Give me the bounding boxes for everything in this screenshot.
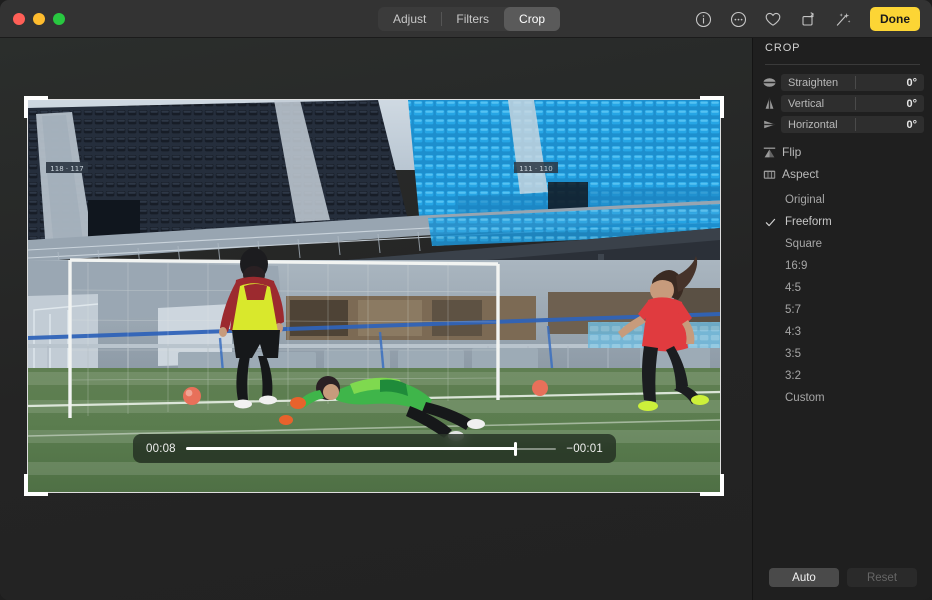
- photo-editor-window: Adjust Filters Crop: [0, 0, 932, 600]
- straighten-icon: [762, 76, 776, 90]
- slider-horizontal-divider: [855, 118, 856, 131]
- slider-straighten-divider: [855, 76, 856, 89]
- crop-handle-top-left[interactable]: [26, 96, 48, 100]
- aspect-option-3-2-label: 3:2: [778, 370, 801, 382]
- window-controls: [13, 13, 65, 25]
- panel-actions: Auto Reset: [753, 568, 932, 587]
- slider-vertical-label: Vertical: [781, 98, 824, 110]
- aspect-option-3-2[interactable]: 3:2: [762, 365, 924, 387]
- tab-crop[interactable]: Crop: [504, 7, 560, 31]
- aspect-option-4-5-label: 4:5: [778, 282, 801, 294]
- aspect-option-freeform-label: Freeform: [778, 216, 832, 228]
- slider-horizontal-value: 0°: [906, 119, 924, 131]
- scrubber[interactable]: [186, 442, 557, 456]
- favorite-icon[interactable]: [762, 8, 784, 30]
- rotate-icon[interactable]: [797, 8, 819, 30]
- slider-vertical-divider: [855, 97, 856, 110]
- crop-handle-bottom-left[interactable]: [24, 474, 28, 496]
- scrubber-progress: [186, 447, 516, 450]
- titlebar: Adjust Filters Crop: [0, 0, 932, 38]
- elapsed-time: 00:08: [146, 443, 176, 455]
- aspect-option-original-label: Original: [778, 194, 825, 206]
- info-icon[interactable]: [692, 8, 714, 30]
- tab-adjust-label: Adjust: [393, 12, 426, 26]
- aspect-option-4-3[interactable]: 4:3: [762, 321, 924, 343]
- toolbar-actions: Done: [692, 6, 920, 32]
- aspect-option-custom[interactable]: Custom: [762, 387, 924, 409]
- slider-horizontal[interactable]: Horizontal 0°: [762, 116, 924, 133]
- editor-canvas: 118 · 117 111 · 110: [0, 38, 752, 600]
- more-icon[interactable]: [727, 8, 749, 30]
- flip-icon: [762, 145, 776, 159]
- aspect-option-3-5[interactable]: 3:5: [762, 343, 924, 365]
- menu-item-aspect-label: Aspect: [782, 167, 819, 181]
- vertical-icon: [762, 97, 776, 111]
- crop-handle-bottom-left[interactable]: [26, 492, 48, 496]
- aspect-icon: [762, 167, 776, 181]
- slider-straighten-value: 0°: [906, 77, 924, 89]
- svg-text:118 · 117: 118 · 117: [50, 165, 83, 173]
- slider-vertical-value: 0°: [906, 98, 924, 110]
- aspect-option-3-5-label: 3:5: [778, 348, 801, 360]
- aspect-option-square-label: Square: [778, 238, 822, 250]
- enhance-icon[interactable]: [832, 8, 854, 30]
- crop-handle-top-right[interactable]: [700, 96, 722, 100]
- aspect-option-square[interactable]: Square: [762, 233, 924, 255]
- crop-handle-top-right[interactable]: [720, 96, 724, 118]
- crop-handle-top-left[interactable]: [24, 96, 28, 118]
- remaining-time: −00:01: [566, 443, 603, 455]
- horizontal-icon: [762, 118, 776, 132]
- reset-button: Reset: [847, 568, 917, 587]
- playback-controls[interactable]: 00:08 −00:01: [133, 434, 616, 463]
- menu-item-flip[interactable]: Flip: [762, 142, 924, 162]
- tab-filters-label: Filters: [456, 12, 489, 26]
- tab-adjust[interactable]: Adjust: [378, 7, 441, 31]
- aspect-option-4-5[interactable]: 4:5: [762, 277, 924, 299]
- crop-frame[interactable]: 118 · 117 111 · 110: [28, 100, 720, 492]
- minimize-button[interactable]: [33, 13, 45, 25]
- crop-panel: CROP Straighten 0°: [752, 38, 932, 600]
- tab-filters[interactable]: Filters: [441, 7, 504, 31]
- slider-horizontal-field[interactable]: Horizontal 0°: [781, 116, 924, 133]
- menu-item-aspect[interactable]: Aspect: [762, 164, 924, 184]
- slider-vertical[interactable]: Vertical 0°: [762, 95, 924, 112]
- crop-handle-bottom-right[interactable]: [720, 474, 724, 496]
- aspect-option-4-3-label: 4:3: [778, 326, 801, 338]
- aspect-option-5-7[interactable]: 5:7: [762, 299, 924, 321]
- checkmark-icon: [762, 217, 778, 228]
- close-button[interactable]: [13, 13, 25, 25]
- crop-handle-bottom-right[interactable]: [700, 492, 722, 496]
- done-button[interactable]: Done: [870, 7, 920, 31]
- scrubber-playhead[interactable]: [514, 442, 517, 456]
- aspect-option-16-9[interactable]: 16:9: [762, 255, 924, 277]
- aspect-option-16-9-label: 16:9: [778, 260, 807, 272]
- aspect-option-5-7-label: 5:7: [778, 304, 801, 316]
- slider-straighten[interactable]: Straighten 0°: [762, 74, 924, 91]
- aspect-option-custom-label: Custom: [778, 392, 825, 404]
- auto-button[interactable]: Auto: [769, 568, 839, 587]
- menu-item-flip-label: Flip: [782, 145, 801, 159]
- mode-tabs: Adjust Filters Crop: [378, 7, 560, 31]
- slider-straighten-field[interactable]: Straighten 0°: [781, 74, 924, 91]
- maximize-button[interactable]: [53, 13, 65, 25]
- aspect-option-freeform[interactable]: Freeform: [762, 211, 924, 233]
- panel-divider: [765, 64, 920, 65]
- tab-crop-label: Crop: [519, 12, 545, 26]
- svg-text:111 · 110: 111 · 110: [519, 165, 552, 173]
- panel-title: CROP: [765, 42, 800, 54]
- slider-straighten-label: Straighten: [781, 77, 838, 89]
- slider-horizontal-label: Horizontal: [781, 119, 838, 131]
- aspect-option-original[interactable]: Original: [762, 189, 924, 211]
- slider-vertical-field[interactable]: Vertical 0°: [781, 95, 924, 112]
